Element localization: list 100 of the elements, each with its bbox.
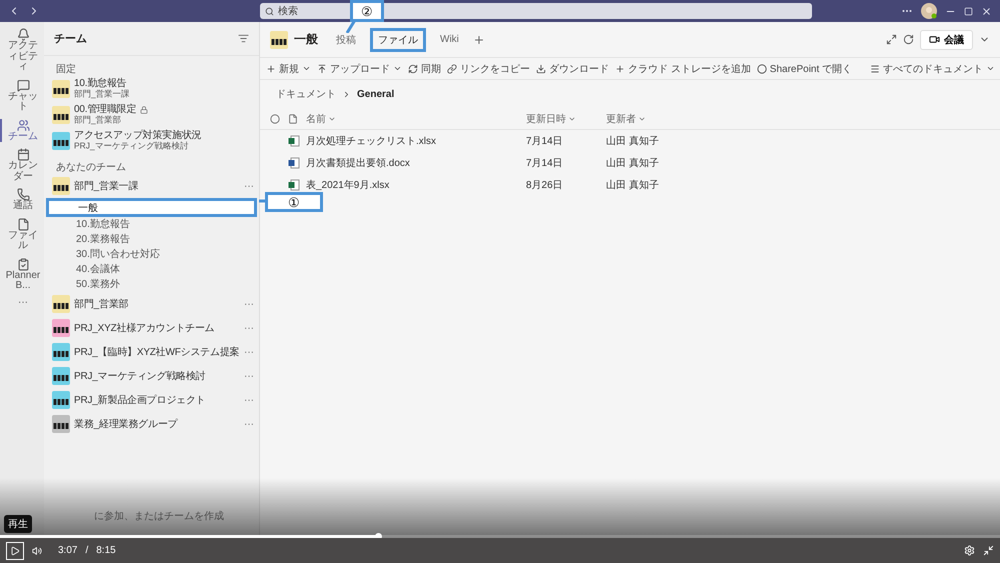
- column-header[interactable]: 名前: [306, 112, 526, 126]
- video-camera-icon: [929, 34, 940, 45]
- search-icon: [265, 6, 274, 16]
- rail-item[interactable]: ファイル: [0, 218, 44, 252]
- table-cell-text: 7月14日: [526, 157, 564, 170]
- duration: 8:15: [96, 545, 116, 556]
- close-icon[interactable]: [981, 6, 992, 16]
- sync-icon: [408, 64, 418, 74]
- volume-icon[interactable]: [32, 546, 42, 556]
- more-options[interactable]: ···: [244, 346, 254, 358]
- file-name[interactable]: 表_2021年9月.xlsx: [306, 178, 526, 192]
- team-subtitle: 部門_営業一課: [74, 90, 131, 100]
- chevron-icon: [342, 90, 351, 98]
- team-name[interactable]: PRJ_マーケティング戦略検討: [74, 370, 206, 382]
- callout-connector: [346, 20, 356, 33]
- toolbar-button[interactable]: アップロード: [317, 62, 402, 76]
- toolbar-button[interactable]: ダウンロード: [536, 62, 609, 76]
- maximize-icon[interactable]: [964, 6, 973, 16]
- spreadsheet-icon: [288, 179, 300, 191]
- chat-icon: [16, 78, 30, 92]
- settings-icon[interactable]: [964, 545, 975, 556]
- breadcrumb-item[interactable]: ドキュメント: [276, 87, 336, 101]
- meet-button[interactable]: 会議: [920, 30, 973, 50]
- team-name[interactable]: PRJ_XYZ社様アカウントチーム: [74, 322, 215, 334]
- channel-item[interactable]: 40.会議体: [44, 262, 259, 277]
- file-type-icon: [288, 114, 298, 124]
- table-cell-text: 山田 真知子: [606, 156, 660, 170]
- planner-icon: [16, 258, 30, 270]
- phone-icon: [16, 188, 30, 201]
- rail-item[interactable]: チャット: [0, 78, 44, 112]
- team-subtitle: 部門_営業部: [74, 116, 122, 126]
- list-icon: [870, 64, 880, 74]
- tab[interactable]: 投稿: [328, 28, 364, 52]
- team-subtitle: PRJ_マーケティング戦略検討: [74, 142, 190, 152]
- toolbar-button[interactable]: クラウド ストレージを追加: [615, 62, 751, 76]
- team-name[interactable]: PRJ_新製品企画プロジェクト: [74, 394, 206, 406]
- more-options[interactable]: ···: [244, 298, 254, 310]
- team-avatar: [270, 30, 288, 48]
- column-header[interactable]: 更新日時: [526, 112, 606, 126]
- column-header[interactable]: 更新者: [606, 112, 756, 126]
- more-options[interactable]: ···: [244, 418, 254, 430]
- expand-icon[interactable]: [886, 34, 897, 45]
- tab[interactable]: ファイル: [370, 28, 426, 52]
- team-name[interactable]: 部門_営業一課: [74, 180, 138, 192]
- add-tab-icon[interactable]: [472, 34, 485, 46]
- filter-icon[interactable]: [238, 33, 249, 44]
- table-cell-text: 山田 真知子: [606, 134, 660, 148]
- channel-item[interactable]: 10.勤怠報告: [44, 217, 259, 232]
- more-options[interactable]: ···: [244, 394, 254, 406]
- breadcrumb-item[interactable]: General: [357, 88, 394, 100]
- callout-label: ①: [265, 192, 323, 212]
- caret-icon: [986, 64, 996, 73]
- reload-icon[interactable]: [903, 34, 914, 45]
- tooltip: 再生: [4, 515, 32, 533]
- rail-item[interactable]: ···: [0, 298, 44, 308]
- more-options[interactable]: ···: [244, 370, 254, 382]
- rail-item[interactable]: Planner B...: [0, 258, 44, 292]
- time-separator: /: [85, 545, 88, 556]
- team-name[interactable]: アクセスアップ対策実施状況: [74, 130, 202, 141]
- rail-item[interactable]: 通話: [0, 188, 44, 212]
- select-all-icon[interactable]: [270, 114, 280, 124]
- more-options[interactable]: ···: [244, 322, 254, 334]
- plus-icon: [615, 64, 625, 74]
- rail-item[interactable]: カレンダー: [0, 148, 44, 182]
- file-name[interactable]: 月次書類提出要領.docx: [306, 156, 526, 170]
- toolbar-button[interactable]: SharePoint で開く: [756, 62, 852, 76]
- team-name[interactable]: PRJ_【臨時】XYZ社WFシステム提案: [74, 346, 240, 358]
- callout-label: ②: [350, 0, 384, 22]
- section-heading: 固定: [55, 62, 77, 76]
- toolbar-button[interactable]: 新規: [266, 62, 311, 76]
- table-cell-text: 8月26日: [526, 179, 564, 192]
- spreadsheet-icon: [288, 135, 300, 147]
- toolbar-button[interactable]: 同期: [408, 62, 441, 76]
- download-icon: [536, 64, 546, 74]
- channel-item[interactable]: 50.業務外: [44, 277, 259, 292]
- document-icon: [288, 157, 300, 169]
- team-name[interactable]: 業務_経理業務グループ: [74, 418, 178, 430]
- sidebar-title: チーム: [54, 32, 87, 46]
- channel-item[interactable]: 20.業務報告: [44, 232, 259, 247]
- file-name[interactable]: 月次処理チェックリスト.xlsx: [306, 134, 526, 148]
- channel-item[interactable]: 一般: [46, 198, 257, 217]
- current-time: 3:07: [58, 545, 78, 556]
- channel-title: 一般: [294, 31, 318, 48]
- table-cell-text: 7月14日: [526, 135, 564, 148]
- more-options[interactable]: ···: [244, 180, 254, 192]
- table-cell-text: 山田 真知子: [606, 178, 660, 192]
- upload-icon: [317, 64, 327, 74]
- team-name[interactable]: 00.管理職限定: [74, 104, 136, 115]
- avatar-icon[interactable]: [921, 3, 937, 19]
- teams-icon: [16, 118, 30, 132]
- team-name[interactable]: 10.勤怠報告: [74, 78, 127, 89]
- channel-item[interactable]: 30.問い合わせ対応: [44, 247, 259, 262]
- bell-icon: [16, 28, 30, 41]
- toolbar-button[interactable]: リンクをコピー: [447, 62, 530, 76]
- link-icon: [447, 64, 457, 74]
- play-button[interactable]: [6, 542, 24, 560]
- tab[interactable]: Wiki: [432, 29, 467, 50]
- team-name[interactable]: 部門_営業部: [74, 298, 128, 310]
- view-menu[interactable]: すべてのドキュメント: [870, 62, 996, 76]
- rail-item[interactable]: アクティビティ: [0, 28, 44, 72]
